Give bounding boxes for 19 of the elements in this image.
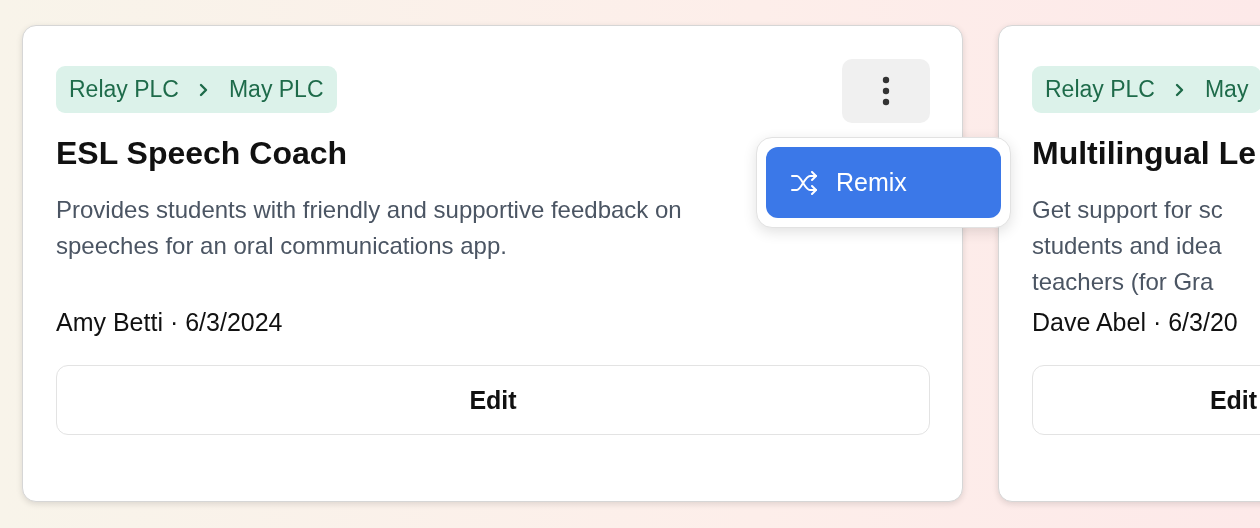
card-description: teachers (for Gra <box>1032 267 1215 297</box>
edit-button[interactable]: Edit <box>56 365 930 435</box>
card-description: students and idea <box>1032 231 1223 261</box>
card-description: speeches for an oral communications app. <box>56 231 508 261</box>
more-button[interactable] <box>842 59 930 123</box>
breadcrumb-link[interactable]: Relay PLC <box>69 76 179 103</box>
shuffle-icon <box>790 170 820 195</box>
card-description: Get support for sc <box>1032 195 1224 225</box>
breadcrumb-link[interactable]: May PLC <box>228 76 324 103</box>
author-date: Amy Betti · 6/3/2024 <box>56 308 284 337</box>
card-title: ESL Speech Coach <box>56 135 349 172</box>
author-date: Dave Abel · 6/3/20 <box>1032 308 1239 337</box>
breadcrumb-link[interactable]: Relay PLC <box>1045 76 1155 103</box>
card-description: Provides students with friendly and supportive feedback on <box>56 195 683 225</box>
card-title: Multilingual Le <box>1032 135 1257 172</box>
more-icon <box>882 75 890 107</box>
remix-menu-item[interactable]: Remix <box>766 147 1001 218</box>
breadcrumb-link[interactable]: May <box>1204 76 1249 103</box>
edit-button[interactable]: Edit <box>1032 365 1260 435</box>
